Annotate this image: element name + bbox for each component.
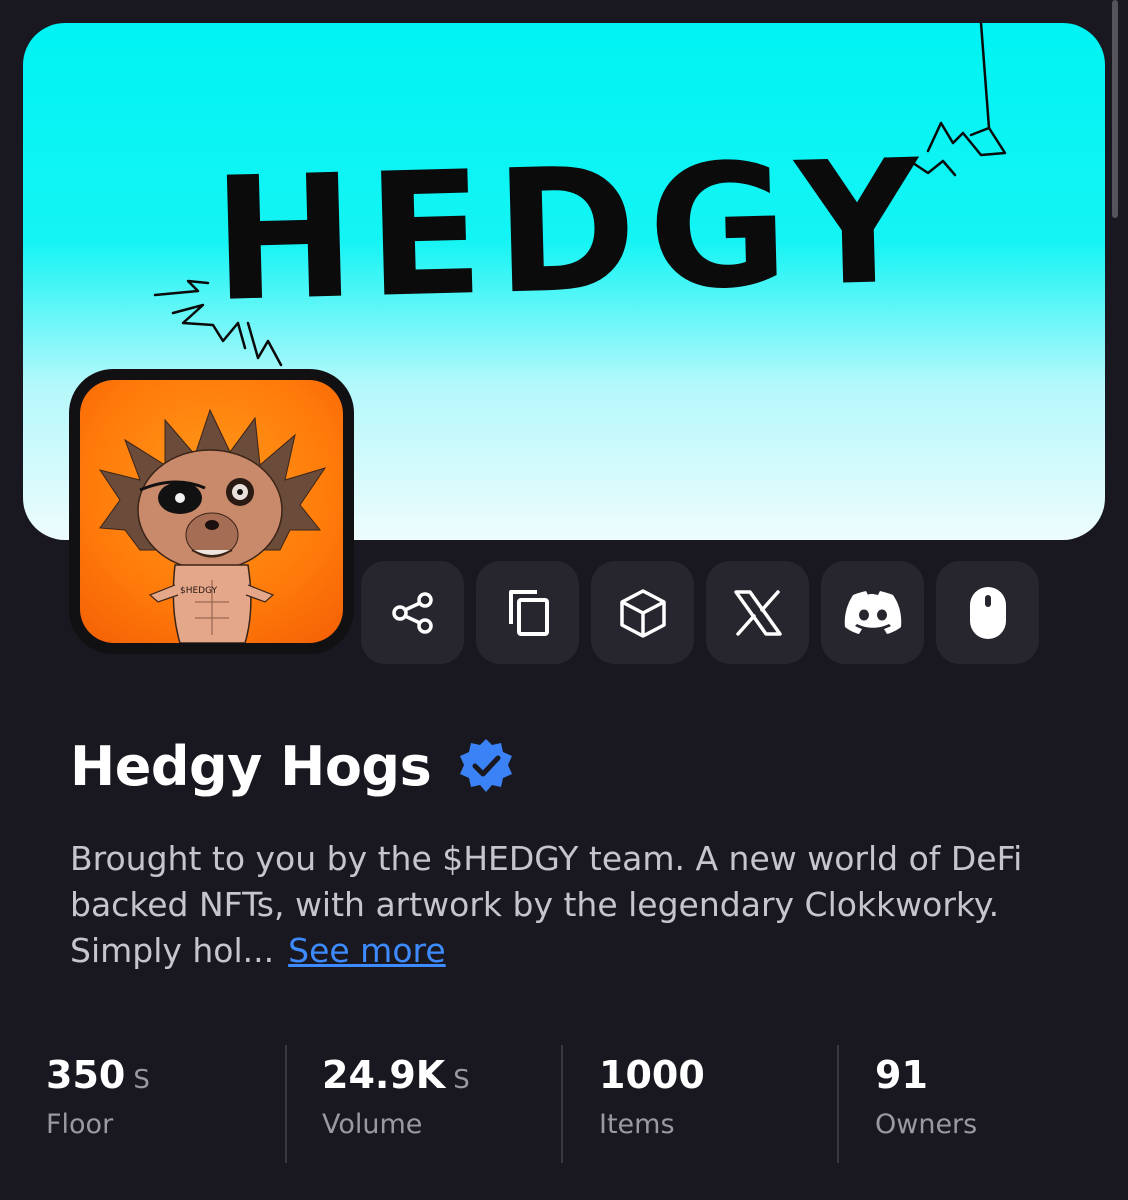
verified-badge-icon	[460, 739, 513, 792]
description-text: Brought to you by the $HEDGY team. A new…	[70, 839, 1023, 970]
stat-divider	[285, 1045, 287, 1163]
scrollbar[interactable]	[1112, 0, 1118, 218]
view-contract-button[interactable]	[591, 561, 694, 664]
stat-owners: 91 Owners	[875, 1045, 977, 1140]
stat-value: 24.9K	[322, 1053, 446, 1097]
copy-icon	[508, 589, 549, 636]
collection-title-row: Hedgy Hogs	[70, 728, 515, 804]
stat-volume: 24.9K S Volume	[322, 1045, 470, 1140]
discord-icon	[844, 590, 901, 634]
stat-divider	[561, 1045, 563, 1163]
see-more-link[interactable]: See more	[288, 931, 446, 970]
stat-value: 1000	[599, 1053, 705, 1097]
stat-unit: S	[453, 1065, 470, 1095]
hedgehog-illustration: $HEDGY	[98, 408, 327, 643]
mouse-icon	[969, 586, 1006, 639]
share-icon	[391, 591, 433, 634]
x-twitter-button[interactable]	[706, 561, 809, 664]
stat-unit: S	[133, 1065, 150, 1095]
stats-row: 350 S Floor 24.9K S Volume 1000 Items 91 O…	[0, 1045, 1128, 1163]
stat-divider	[837, 1045, 839, 1163]
stat-value: 350	[46, 1053, 126, 1097]
collection-description: Brought to you by the $HEDGY team. A new…	[70, 836, 1070, 974]
collection-page: HEDGY $HEDGY Hedgy Hogs Brought to you b…	[0, 0, 1128, 1200]
discord-button[interactable]	[821, 561, 924, 664]
copy-button[interactable]	[476, 561, 579, 664]
stat-label: Volume	[322, 1109, 423, 1140]
stat-label: Owners	[875, 1109, 978, 1140]
avatar-image: $HEDGY	[80, 380, 343, 643]
collection-avatar: $HEDGY	[69, 369, 354, 654]
stat-floor: 350 S Floor	[46, 1045, 150, 1140]
cube-icon	[619, 588, 666, 638]
website-button[interactable]	[936, 561, 1039, 664]
stat-value: 91	[875, 1053, 928, 1097]
x-logo-icon	[733, 589, 782, 636]
stat-label: Items	[599, 1109, 675, 1140]
avatar-badge-text: $HEDGY	[180, 586, 218, 596]
share-button[interactable]	[361, 561, 464, 664]
banner-wordmark: HEDGY	[210, 123, 934, 340]
stat-label: Floor	[46, 1109, 114, 1140]
collection-name: Hedgy Hogs	[70, 734, 432, 798]
stat-items: 1000 Items	[599, 1045, 713, 1140]
